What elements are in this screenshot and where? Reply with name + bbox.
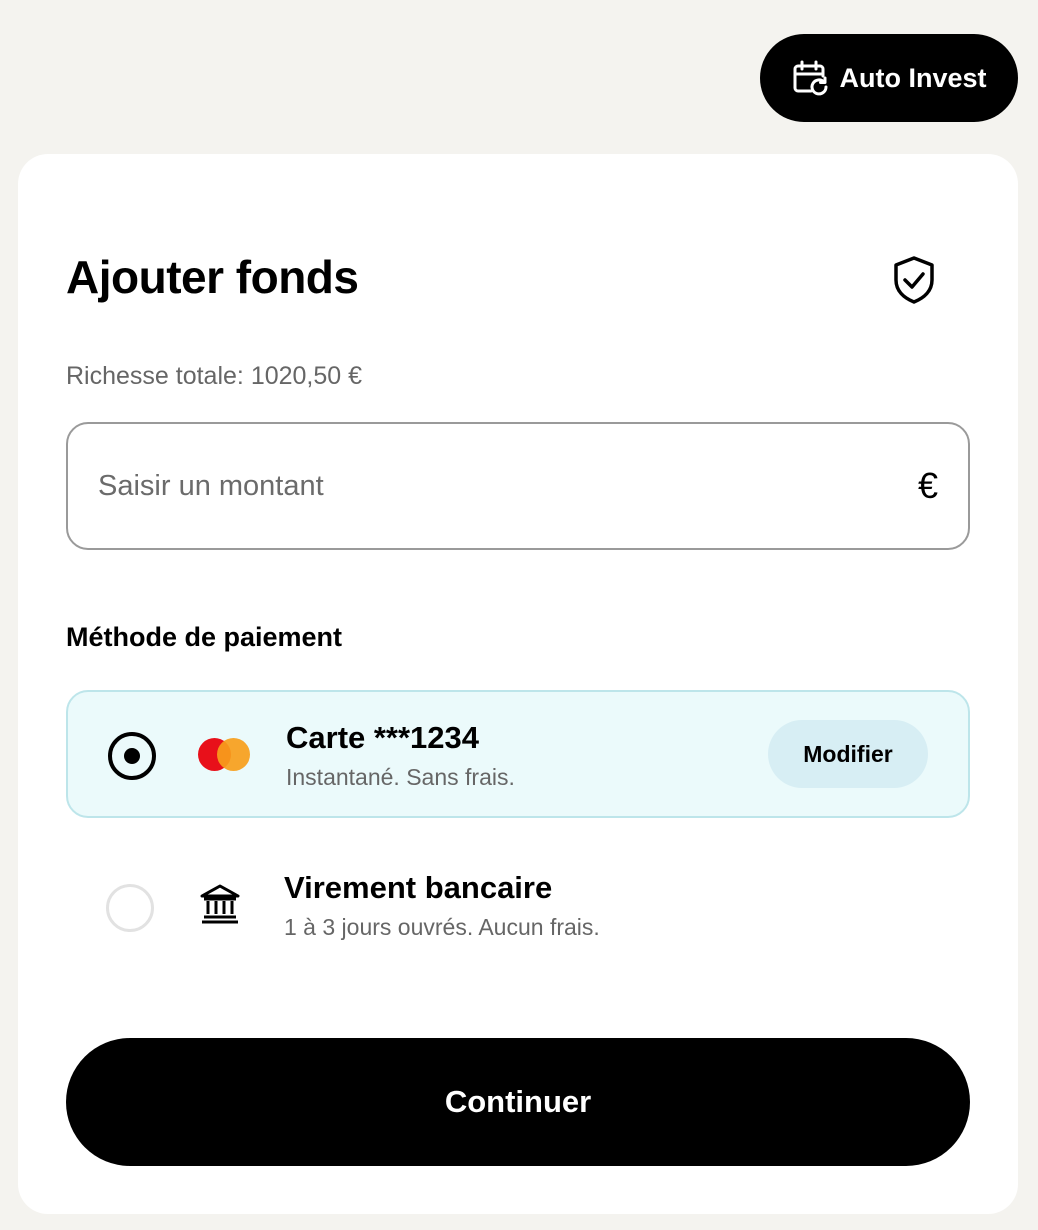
radio-selected[interactable] (108, 732, 156, 780)
payment-option-title: Carte ***1234 (286, 720, 480, 755)
payment-method-heading: Méthode de paiement (66, 622, 343, 652)
payment-option-subtitle: Instantané. Sans frais. (286, 764, 515, 790)
amount-input[interactable] (98, 469, 918, 503)
continue-button[interactable]: Continuer (66, 1038, 970, 1166)
payment-option-bank-transfer[interactable]: Virement bancaire 1 à 3 jours ouvrés. Au… (66, 844, 970, 972)
payment-option-card[interactable]: Carte ***1234 Instantané. Sans frais. Mo… (66, 690, 970, 818)
payment-option-title: Virement bancaire (284, 870, 553, 905)
add-funds-panel: Ajouter fonds Richesse totale: 1020,50 €… (18, 154, 1018, 1214)
modify-card-button[interactable]: Modifier (768, 720, 928, 788)
shield-check-icon[interactable] (890, 254, 938, 306)
page-title: Ajouter fonds (66, 251, 359, 303)
total-wealth-text: Richesse totale: 1020,50 € (66, 362, 363, 390)
mastercard-icon (198, 738, 252, 772)
radio-unselected[interactable] (106, 884, 154, 932)
euro-icon: € (917, 465, 938, 506)
auto-invest-label: Auto Invest (839, 62, 987, 93)
payment-option-subtitle: 1 à 3 jours ouvrés. Aucun frais. (284, 914, 600, 940)
auto-invest-button[interactable]: Auto Invest (760, 34, 1018, 122)
calendar-refresh-icon (793, 60, 828, 96)
amount-field[interactable]: € (66, 422, 970, 550)
bank-icon (200, 884, 240, 924)
